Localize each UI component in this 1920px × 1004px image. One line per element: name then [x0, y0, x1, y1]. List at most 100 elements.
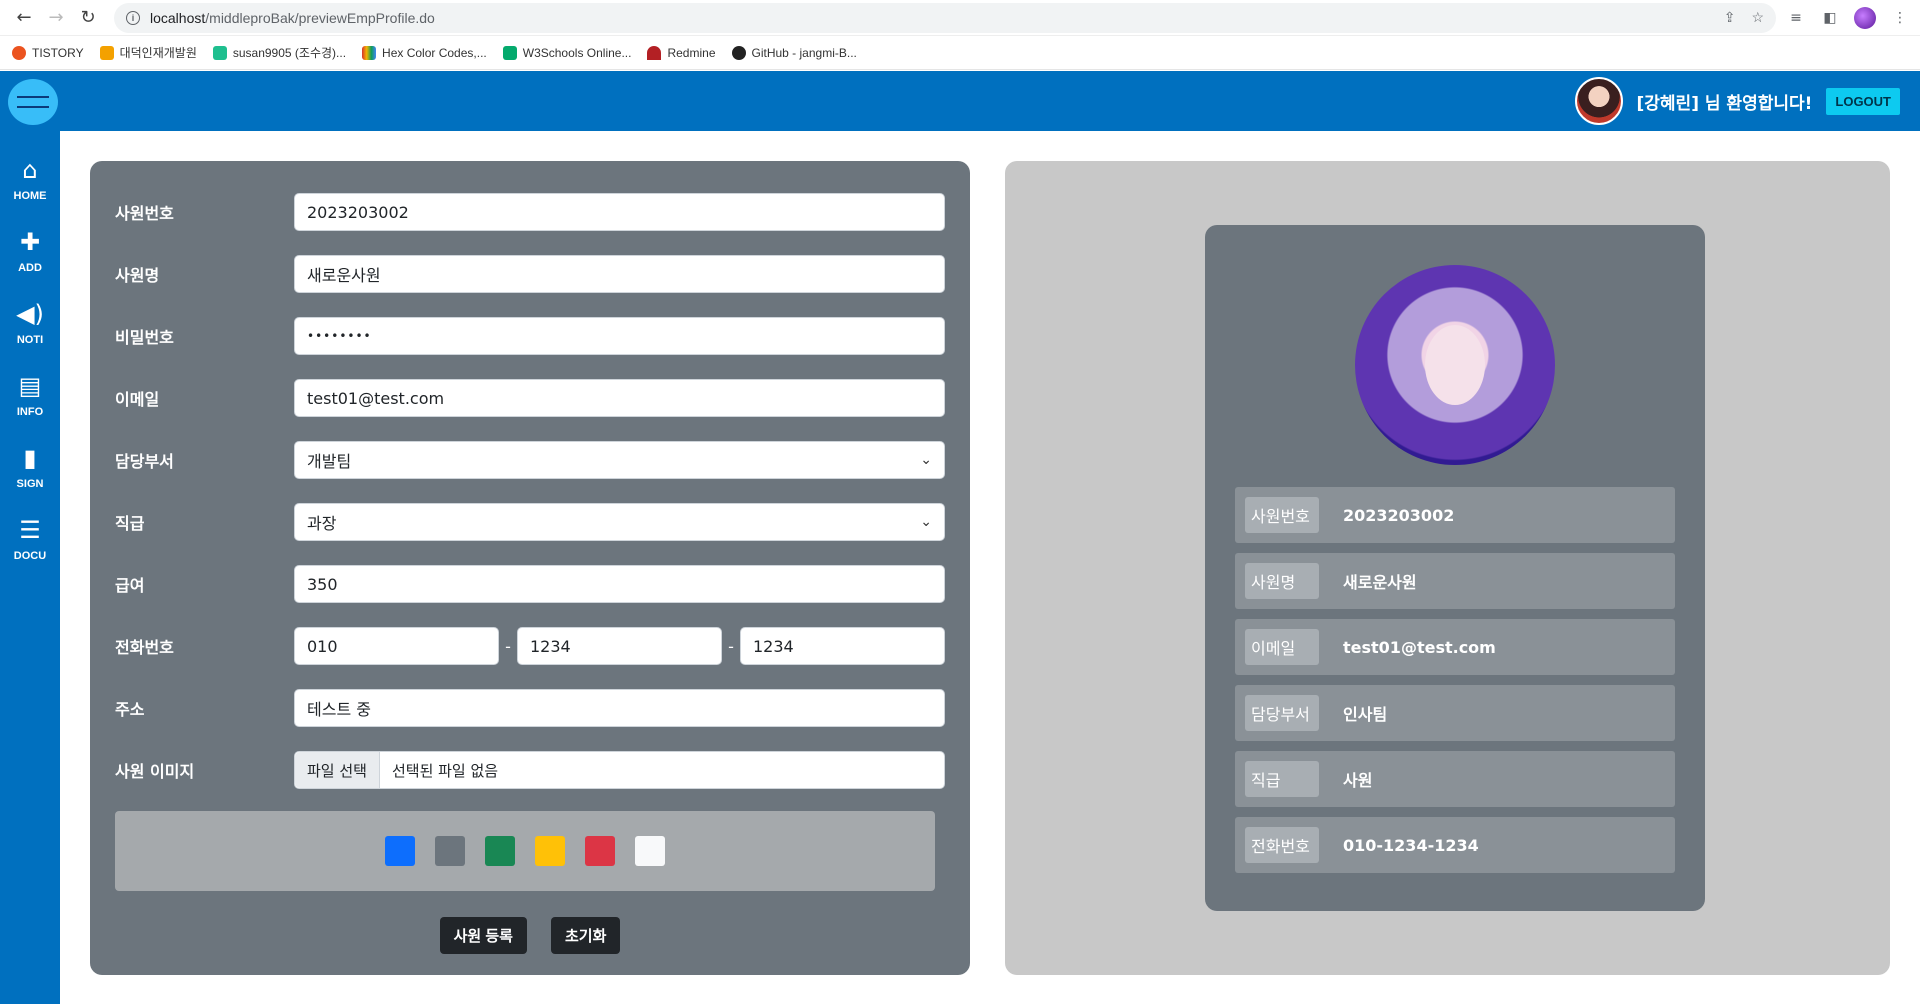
github-icon — [731, 45, 746, 60]
chevron-down-icon: ⌄ — [920, 514, 932, 530]
preview-label: 이메일 — [1245, 629, 1319, 665]
profile-preview: 사원번호 2023203002 사원명 새로운사원 이메일 test01@tes… — [1005, 161, 1890, 975]
app-logo[interactable] — [8, 79, 58, 125]
preview-row: 사원명 새로운사원 — [1235, 553, 1675, 609]
user-avatar — [1574, 77, 1623, 125]
back-icon[interactable]: ← — [10, 4, 38, 32]
color-swatch-blue[interactable] — [385, 836, 415, 866]
tel3-input[interactable]: 1234 — [740, 627, 945, 665]
dept-label: 담당부서 — [115, 452, 174, 471]
preview-value: test01@test.com — [1343, 637, 1496, 657]
bookmark-item[interactable]: TISTORY — [12, 45, 84, 60]
image-file-input[interactable]: 파일 선택 선택된 파일 없음 — [294, 751, 945, 789]
emp-name-label: 사원명 — [115, 266, 160, 285]
preview-value: 사원 — [1343, 771, 1373, 790]
bookmark-item[interactable]: Hex Color Codes,... — [362, 45, 487, 60]
preview-row: 담당부서 인사팀 — [1235, 685, 1675, 741]
password-label: 비밀번호 — [115, 328, 174, 347]
bookmark-item[interactable]: GitHub - jangmi-B... — [731, 45, 857, 60]
employee-photo — [1355, 265, 1555, 465]
logout-button[interactable]: LOGOUT — [1826, 87, 1900, 115]
tistory-icon — [12, 45, 26, 60]
email-label: 이메일 — [115, 390, 160, 409]
address-label: 주소 — [115, 700, 145, 719]
dept-select[interactable]: 개발팀 ⌄ — [294, 441, 945, 479]
browser-toolbar: ← → ↻ i localhost/middleproBak/previewEm… — [0, 0, 1920, 36]
ddit-icon — [99, 45, 114, 60]
tel1-input[interactable]: 010 — [294, 627, 499, 665]
password-input[interactable]: •••••••• — [294, 317, 945, 355]
share-icon[interactable]: ⇪ — [1724, 9, 1736, 26]
preview-label: 담당부서 — [1245, 695, 1319, 731]
emp-no-input[interactable]: 2023203002 — [294, 193, 945, 231]
reload-icon[interactable]: ↻ — [74, 4, 102, 32]
sidebar-item-docu[interactable]: ☰ DOCU — [0, 503, 60, 575]
employee-form: 사원번호 2023203002 사원명 새로운사원 비밀번호 •••••••• … — [90, 161, 970, 975]
sidebar-item-noti[interactable]: ◀) NOTI — [0, 287, 60, 359]
emp-no-label: 사원번호 — [115, 204, 174, 223]
star-icon[interactable]: ☆ — [1751, 9, 1764, 26]
rank-label: 직급 — [115, 514, 145, 533]
dept-selected: 개발팀 — [307, 452, 352, 471]
color-swatch-yellow[interactable] — [535, 836, 565, 866]
color-palette — [115, 811, 935, 891]
image-label: 사원 이미지 — [115, 762, 195, 781]
bookmark-item[interactable]: W3Schools Online... — [502, 45, 631, 60]
file-status: 선택된 파일 없음 — [391, 761, 499, 780]
preview-row: 이메일 test01@test.com — [1235, 619, 1675, 675]
color-codes-icon — [362, 45, 377, 60]
color-swatch-red[interactable] — [585, 836, 615, 866]
color-swatch-white[interactable] — [635, 836, 665, 866]
preview-value: 인사팀 — [1343, 705, 1388, 724]
url-path: /middleproBak/previewEmpProfile.do — [205, 9, 435, 26]
color-swatch-gray[interactable] — [435, 836, 465, 866]
preview-value: 2023203002 — [1343, 505, 1455, 525]
sidebar-item-info[interactable]: ▤ INFO — [0, 359, 60, 431]
reset-button[interactable]: 초기화 — [550, 917, 621, 954]
preview-label: 사원번호 — [1245, 497, 1319, 533]
preview-value: 새로운사원 — [1343, 573, 1417, 592]
preview-label: 직급 — [1245, 761, 1319, 797]
tel-separator: - — [505, 636, 511, 656]
preview-row: 직급 사원 — [1235, 751, 1675, 807]
register-button[interactable]: 사원 등록 — [439, 917, 527, 954]
clipboard-icon: ▮ — [23, 444, 37, 472]
sidebar: ⌂ HOME ✚ ADD ◀) NOTI ▤ INFO ▮ SIGN ☰ DOC… — [0, 131, 60, 1004]
file-select-button[interactable]: 파일 선택 — [295, 752, 380, 788]
bookmarks-bar: TISTORY 대덕인재개발원 susan9905 (조수경)... Hex C… — [0, 36, 1920, 70]
rank-select[interactable]: 과장 ⌄ — [294, 503, 945, 541]
w3schools-icon — [502, 45, 517, 60]
side-panel-icon[interactable]: ◧ — [1820, 8, 1840, 28]
address-input[interactable]: 테스트 중 — [294, 689, 945, 727]
address-bar[interactable]: i localhost/middleproBak/previewEmpProfi… — [114, 2, 1776, 33]
info-icon[interactable]: i — [126, 10, 140, 25]
preview-label: 사원명 — [1245, 563, 1319, 599]
preview-label: 전화번호 — [1245, 827, 1319, 863]
reading-list-icon[interactable]: ≡ — [1786, 8, 1806, 28]
email-input[interactable]: test01@test.com — [294, 379, 945, 417]
tel2-input[interactable]: 1234 — [517, 627, 722, 665]
bookmark-item[interactable]: Redmine — [647, 45, 716, 60]
salary-input[interactable]: 350 — [294, 565, 945, 603]
emp-name-input[interactable]: 새로운사원 — [294, 255, 945, 293]
add-user-icon: ✚ — [19, 228, 41, 256]
tel-separator: - — [728, 636, 734, 656]
profile-card: 사원번호 2023203002 사원명 새로운사원 이메일 test01@tes… — [1205, 225, 1705, 911]
tel-label: 전화번호 — [115, 638, 174, 657]
home-icon: ⌂ — [22, 156, 38, 184]
preview-row: 사원번호 2023203002 — [1235, 487, 1675, 543]
rank-selected: 과장 — [307, 514, 337, 533]
menu-icon[interactable]: ⋮ — [1890, 8, 1910, 28]
color-swatch-green[interactable] — [485, 836, 515, 866]
bookmark-item[interactable]: 대덕인재개발원 — [99, 44, 197, 61]
forward-icon[interactable]: → — [42, 4, 70, 32]
id-card-icon: ▤ — [18, 372, 42, 400]
sidebar-item-home[interactable]: ⌂ HOME — [0, 143, 60, 215]
sidebar-item-add[interactable]: ✚ ADD — [0, 215, 60, 287]
profile-avatar[interactable] — [1854, 6, 1876, 29]
sidebar-item-sign[interactable]: ▮ SIGN — [0, 431, 60, 503]
preview-row: 전화번호 010-1234-1234 — [1235, 817, 1675, 873]
bookmark-item[interactable]: susan9905 (조수경)... — [212, 44, 346, 61]
welcome-message: [강혜린] 님 환영합니다! — [1636, 93, 1813, 114]
speaker-icon: ◀) — [16, 300, 44, 328]
